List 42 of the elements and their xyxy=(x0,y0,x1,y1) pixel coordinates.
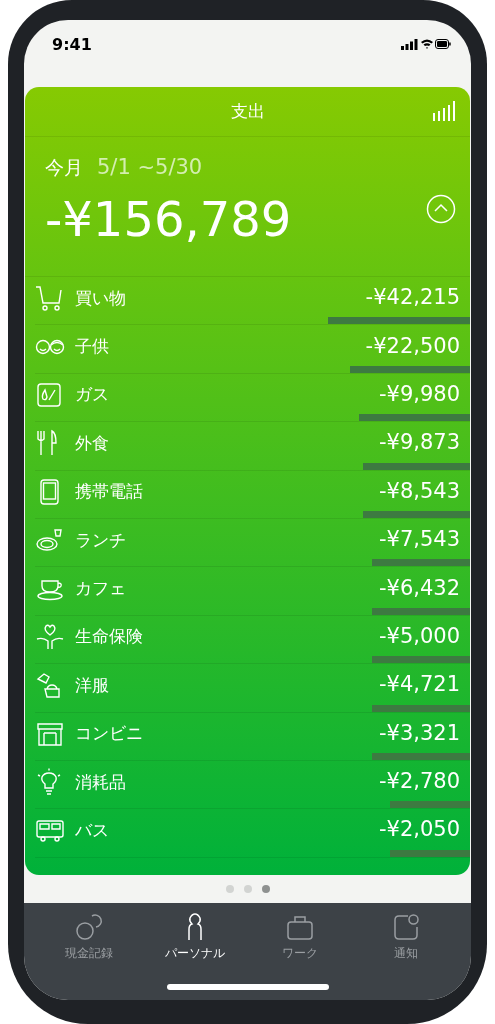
category-name: 外食 xyxy=(75,431,109,455)
card-title: 支出 xyxy=(230,100,265,123)
category-amount: -¥2,050 xyxy=(378,817,460,842)
category-amount: -¥9,980 xyxy=(378,381,460,406)
status-icons xyxy=(401,37,451,51)
category-name: 子供 xyxy=(75,335,109,359)
category-name: 生命保険 xyxy=(75,625,143,649)
category-amount: -¥22,500 xyxy=(365,333,460,358)
total-amount: -¥156,789 xyxy=(45,190,292,249)
tab[interactable]: 通知 xyxy=(361,913,452,962)
care-icon xyxy=(35,622,65,651)
status-time: 9:41 xyxy=(52,34,92,54)
page-dot[interactable] xyxy=(243,885,252,893)
category-amount: -¥8,543 xyxy=(378,478,460,503)
category-name: カフェ xyxy=(75,577,126,601)
category-name: 携帯電話 xyxy=(75,480,143,504)
tab[interactable]: ワーク xyxy=(255,913,346,962)
page-dot[interactable] xyxy=(261,885,270,893)
cart-icon xyxy=(35,284,65,313)
category-amount: -¥6,432 xyxy=(378,575,460,600)
bar-chart-icon[interactable] xyxy=(432,101,456,121)
period-range: 5/1 ~5/30 xyxy=(97,155,203,179)
category-amount: -¥3,321 xyxy=(378,720,460,745)
category-amount: -¥7,543 xyxy=(378,527,460,552)
category-name: 消耗品 xyxy=(75,770,126,794)
category-name: 洋服 xyxy=(75,673,109,697)
category-amount: -¥4,721 xyxy=(378,672,460,697)
bag-icon xyxy=(285,913,316,941)
tab[interactable]: パーソナル xyxy=(149,913,240,962)
tab[interactable]: 現金記録 xyxy=(43,913,134,962)
collapse-icon[interactable] xyxy=(426,194,456,224)
category-name: バス xyxy=(75,819,109,842)
category-name: ランチ xyxy=(75,528,126,552)
category-amount: -¥42,215 xyxy=(365,285,460,310)
category-amount: -¥5,000 xyxy=(378,623,460,648)
category-amount: -¥2,780 xyxy=(378,769,460,794)
category-amount: -¥9,873 xyxy=(378,430,460,455)
category-name: コンビニ xyxy=(75,722,143,746)
page-dot[interactable] xyxy=(225,885,234,893)
period-label: 今月 xyxy=(45,155,83,180)
category-name: 買い物 xyxy=(75,286,126,310)
category-name: ガス xyxy=(75,383,109,407)
